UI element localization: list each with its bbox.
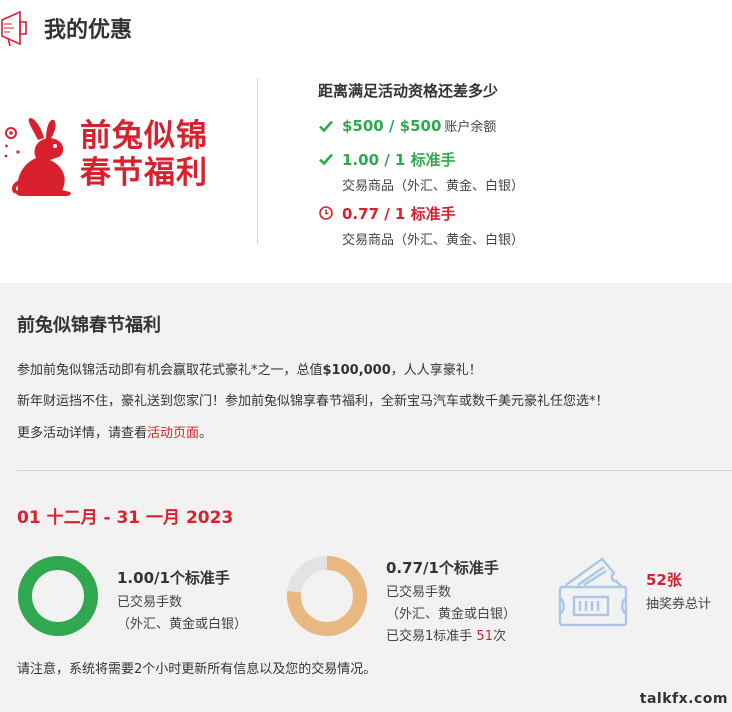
paragraph-3-post: 。 <box>199 426 213 441</box>
ticket-icon <box>558 557 628 627</box>
tickets-count: 52张 <box>646 571 682 589</box>
requirement-balance-amount: $500 / $500 <box>342 117 442 135</box>
stat-lots-pending-text: 0.77/1个标准手 已交易手数 （外汇、黄金或白银） 已交易1标准手 51次 <box>386 557 516 644</box>
stat-lots-completed-text: 1.00/1个标准手 已交易手数 （外汇、黄金或白银） <box>117 567 247 632</box>
promotion-title: 前兔似锦春节福利 <box>17 315 161 336</box>
count-post: 次 <box>492 629 506 644</box>
vertical-divider <box>257 78 258 244</box>
promo-brand-line2: 春节福利 <box>80 155 208 191</box>
promotion-paragraph-1: 参加前兔似锦活动即有机会赢取花式豪礼*之一，总值$100,000，人人享豪礼！ <box>17 359 482 378</box>
stat-tickets: 52张 抽奖券总计 <box>556 555 711 633</box>
horizontal-divider <box>17 470 732 471</box>
update-notice: 请注意，系统将需要2个小时更新所有信息以及您的交易情况。 <box>17 662 377 677</box>
count-number: 51 <box>476 629 493 644</box>
page-header: 我的优惠 <box>0 0 732 60</box>
stat-lots-completed-title: 1.00/1个标准手 <box>117 569 230 587</box>
check-icon <box>319 120 333 133</box>
requirement-balance-label: 账户余额 <box>444 120 497 135</box>
stat-tickets-text: 52张 抽奖券总计 <box>646 569 711 612</box>
paragraph-1-amount: $100,000 <box>322 363 391 378</box>
rabbit-icon <box>4 118 71 196</box>
megaphone-icon <box>1 10 27 47</box>
stat-lots-pending-label: 已交易手数 <box>386 585 452 600</box>
requirement-lots-pending-sub: 交易商品（外汇、黄金、白银） <box>342 233 525 248</box>
requirements-title: 距离满足活动资格还差多少 <box>318 82 499 100</box>
promotion-panel: 前兔似锦春节福利 参加前兔似锦活动即有机会赢取花式豪礼*之一，总值$100,00… <box>0 283 732 712</box>
promo-brand-text: 前兔似锦 春节福利 <box>80 118 208 192</box>
stat-lots-completed-label: 已交易手数 <box>117 595 183 610</box>
promo-logo: 前兔似锦 春节福利 <box>0 118 210 198</box>
progress-ring-completed <box>18 556 98 636</box>
paragraph-1-post: ，人人享豪礼！ <box>390 363 482 378</box>
check-icon <box>319 153 333 166</box>
stat-lots-completed-products: （外汇、黄金或白银） <box>117 617 248 632</box>
promotion-date-range: 01 十二月 - 31 一月 2023 <box>17 508 234 528</box>
paragraph-3-pre: 更多活动详情，请查看 <box>17 426 148 441</box>
stat-lots-pending-products: （外汇、黄金或白银） <box>386 607 517 622</box>
promo-brand-line1: 前兔似锦 <box>80 118 208 154</box>
promo-summary: 前兔似锦 春节福利 距离满足活动资格还差多少 $500 / $500 账户余额 1… <box>0 62 732 282</box>
promotion-paragraph-3: 更多活动详情，请查看活动页面。 <box>17 422 212 441</box>
requirement-lots-done-sub: 交易商品（外汇、黄金、白银） <box>342 179 525 194</box>
requirement-balance-value: $500 / $500 账户余额 <box>342 116 496 135</box>
progress-ring-pending <box>287 556 367 636</box>
activity-page-link[interactable]: 活动页面 <box>147 426 199 441</box>
requirement-lots-pending-value: 0.77 / 1 标准手 <box>342 205 456 223</box>
stat-lots-pending-title: 0.77/1个标准手 <box>386 559 499 577</box>
page-title: 我的优惠 <box>44 18 133 43</box>
tickets-label: 抽奖券总计 <box>646 597 712 612</box>
requirement-lots-done-value: 1.00 / 1 标准手 <box>342 151 456 169</box>
clock-icon <box>319 206 333 220</box>
promotion-paragraph-2: 新年财运挡不住，豪礼送到您家门！参加前兔似锦享春节福利，全新宝马汽车或数千美元豪… <box>17 394 609 409</box>
watermark: talkfx.com <box>639 691 728 707</box>
stat-lots-pending-count: 已交易1标准手 51次 <box>386 625 516 644</box>
count-pre: 已交易1标准手 <box>386 629 473 644</box>
paragraph-1-pre: 参加前兔似锦活动即有机会赢取花式豪礼*之一，总值 <box>17 363 323 378</box>
